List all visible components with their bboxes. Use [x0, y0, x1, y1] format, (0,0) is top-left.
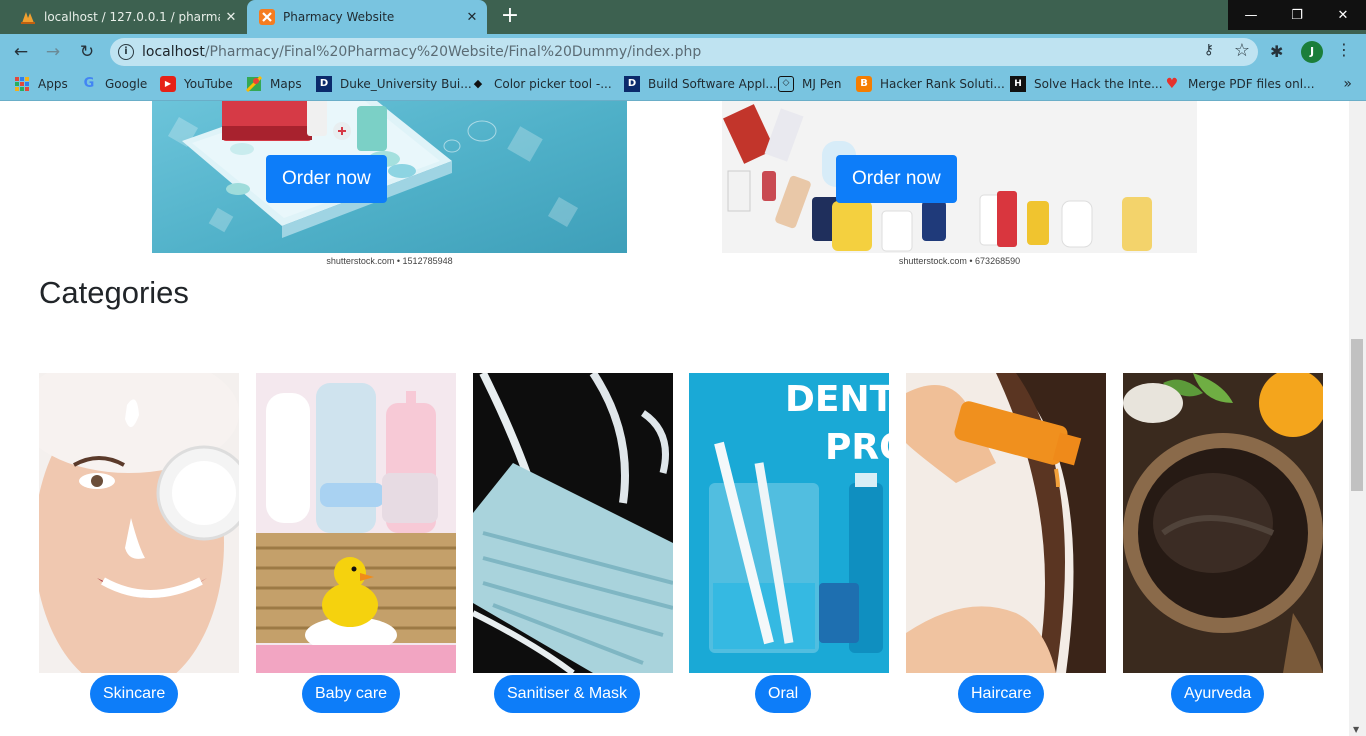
- browser-toolbar: ← → ↻ i localhost/Pharmacy/Final%20Pharm…: [0, 34, 1366, 70]
- category-image-oral[interactable]: DENTAL PRO: [689, 373, 889, 673]
- bookmark-mj-pen[interactable]: ◇ MJ Pen: [778, 76, 842, 92]
- category-image-baby-care[interactable]: [256, 373, 456, 673]
- youtube-icon: ▶: [160, 76, 176, 92]
- category-card-oral[interactable]: DENTAL PRO Oral: [689, 373, 889, 713]
- bookmark-apps[interactable]: Apps: [14, 76, 68, 92]
- phpmyadmin-icon: [21, 12, 35, 24]
- tab-pharmacy-website[interactable]: Pharmacy Website ✕: [247, 0, 487, 34]
- scrollbar-thumb[interactable]: [1351, 339, 1363, 491]
- tab-phpmyadmin[interactable]: localhost / 127.0.0.1 / pharmacy / ✕: [8, 0, 246, 34]
- minimize-button[interactable]: —: [1228, 0, 1274, 30]
- url-path: /Pharmacy/Final%20Pharmacy%20Website/Fin…: [204, 44, 702, 60]
- category-button-sanitiser-mask[interactable]: Sanitiser & Mask: [494, 675, 641, 713]
- close-tab-icon[interactable]: ✕: [461, 10, 483, 25]
- category-button-skincare[interactable]: Skincare: [90, 675, 179, 713]
- order-now-button[interactable]: Order now: [266, 155, 387, 203]
- restore-button[interactable]: ❐: [1274, 0, 1320, 30]
- order-now-button[interactable]: Order now: [836, 155, 957, 203]
- bookmark-label: Apps: [38, 77, 68, 91]
- xampp-icon: [259, 9, 275, 25]
- promo-banner-cosmetics: Order now: [722, 101, 1197, 253]
- bookmark-label: Merge PDF files onl...: [1188, 77, 1315, 91]
- hackerrank-icon: H: [1010, 76, 1026, 92]
- duke-icon: D: [316, 76, 332, 92]
- reload-icon[interactable]: ↻: [74, 40, 100, 64]
- dental-image-text-1: DENTAL: [785, 379, 889, 420]
- window-controls: — ❐ ✕: [1228, 0, 1366, 30]
- category-button-haircare[interactable]: Haircare: [958, 675, 1045, 713]
- image-credit: shutterstock.com • 1512785948: [326, 256, 453, 266]
- bookmark-merge-pdf[interactable]: ♥ Merge PDF files onl...: [1164, 76, 1315, 92]
- profile-avatar[interactable]: J: [1301, 41, 1323, 63]
- key-icon[interactable]: ⚷: [1204, 42, 1214, 58]
- close-window-button[interactable]: ✕: [1320, 0, 1366, 30]
- bookmark-google[interactable]: G Google: [81, 76, 148, 92]
- dental-image-text-2: PRO: [825, 427, 889, 468]
- browser-titlebar: localhost / 127.0.0.1 / pharmacy / ✕ Pha…: [0, 0, 1366, 34]
- bookmark-build-software[interactable]: D Build Software Appl...: [624, 76, 777, 92]
- extensions-puzzle-icon[interactable]: ✱: [1270, 42, 1283, 61]
- category-card-baby-care[interactable]: Baby care: [256, 373, 456, 713]
- bookmark-maps[interactable]: Maps: [246, 76, 302, 92]
- kebab-menu-icon[interactable]: ⋮: [1336, 40, 1352, 59]
- address-bar[interactable]: i localhost/Pharmacy/Final%20Pharmacy%20…: [110, 38, 1258, 66]
- bookmark-duke-university[interactable]: D Duke_University Bui...: [316, 76, 472, 92]
- category-button-oral[interactable]: Oral: [755, 675, 812, 713]
- tab-title: Pharmacy Website: [283, 10, 395, 24]
- bookmark-label: YouTube: [184, 77, 233, 91]
- category-image-ayurveda[interactable]: [1123, 373, 1323, 673]
- categories-heading: Categories: [39, 275, 189, 310]
- bookmark-label: Hacker Rank Soluti...: [880, 77, 1005, 91]
- new-tab-button[interactable]: +: [497, 4, 523, 30]
- category-image-haircare[interactable]: [906, 373, 1106, 673]
- color-picker-icon: ◆: [473, 77, 483, 90]
- bookmark-youtube[interactable]: ▶ YouTube: [160, 76, 233, 92]
- bookmark-color-picker[interactable]: ◆ Color picker tool -...: [470, 76, 612, 92]
- blogger-icon: B: [856, 76, 872, 92]
- pharmacy-app-illustration: [167, 101, 579, 238]
- category-button-baby-care[interactable]: Baby care: [302, 675, 401, 713]
- bookmark-label: Solve Hack the Inte...: [1034, 77, 1163, 91]
- category-image-skincare[interactable]: [39, 373, 239, 673]
- forward-arrow-icon[interactable]: →: [40, 40, 66, 64]
- bookmark-label: Google: [105, 77, 148, 91]
- page-viewport: Order now shutterstock.com • 1512785948 …: [0, 101, 1349, 736]
- bookmark-star-icon[interactable]: ☆: [1234, 40, 1250, 61]
- bookmark-label: Duke_University Bui...: [340, 77, 472, 91]
- bookmark-label: Build Software Appl...: [648, 77, 777, 91]
- bookmarks-bar: Apps G Google ▶ YouTube Maps D Duke_Univ…: [0, 70, 1366, 101]
- bookmark-label: MJ Pen: [802, 77, 842, 91]
- cosmetic-products-illustration: [722, 101, 1197, 253]
- category-button-ayurveda[interactable]: Ayurveda: [1171, 675, 1265, 713]
- maps-icon: [246, 76, 262, 92]
- scroll-down-arrow-icon[interactable]: ▼: [1353, 725, 1359, 734]
- back-arrow-icon[interactable]: ←: [8, 40, 34, 64]
- bookmarks-overflow-icon[interactable]: »: [1343, 76, 1352, 92]
- url-host: localhost: [142, 44, 205, 60]
- page-scrollbar[interactable]: ▼: [1349, 101, 1366, 736]
- google-icon: G: [83, 76, 95, 91]
- category-image-sanitiser-mask[interactable]: [473, 373, 673, 673]
- pdf-heart-icon: ♥: [1165, 76, 1179, 92]
- category-card-sanitiser-mask[interactable]: Sanitiser & Mask: [473, 373, 673, 713]
- category-card-ayurveda[interactable]: Ayurveda: [1123, 373, 1323, 713]
- category-card-skincare[interactable]: Skincare: [39, 373, 239, 713]
- bookmark-hacker-rank[interactable]: B Hacker Rank Soluti...: [856, 76, 1005, 92]
- image-credit: shutterstock.com • 673268590: [898, 256, 1021, 266]
- close-tab-icon[interactable]: ✕: [220, 10, 242, 25]
- site-info-icon[interactable]: i: [118, 44, 134, 60]
- promo-banner-pharmacy-app: Order now: [152, 101, 627, 253]
- bookmark-label: Maps: [270, 77, 302, 91]
- duke-icon: D: [624, 76, 640, 92]
- bookmark-solve-hack[interactable]: H Solve Hack the Inte...: [1010, 76, 1163, 92]
- category-card-haircare[interactable]: Haircare: [906, 373, 1106, 713]
- url-text[interactable]: localhost/Pharmacy/Final%20Pharmacy%20We…: [142, 44, 701, 60]
- tab-title: localhost / 127.0.0.1 / pharmacy /: [44, 10, 220, 24]
- bookmark-label: Color picker tool -...: [494, 77, 612, 91]
- codepen-icon: ◇: [778, 76, 794, 92]
- apps-grid-icon: [15, 77, 29, 91]
